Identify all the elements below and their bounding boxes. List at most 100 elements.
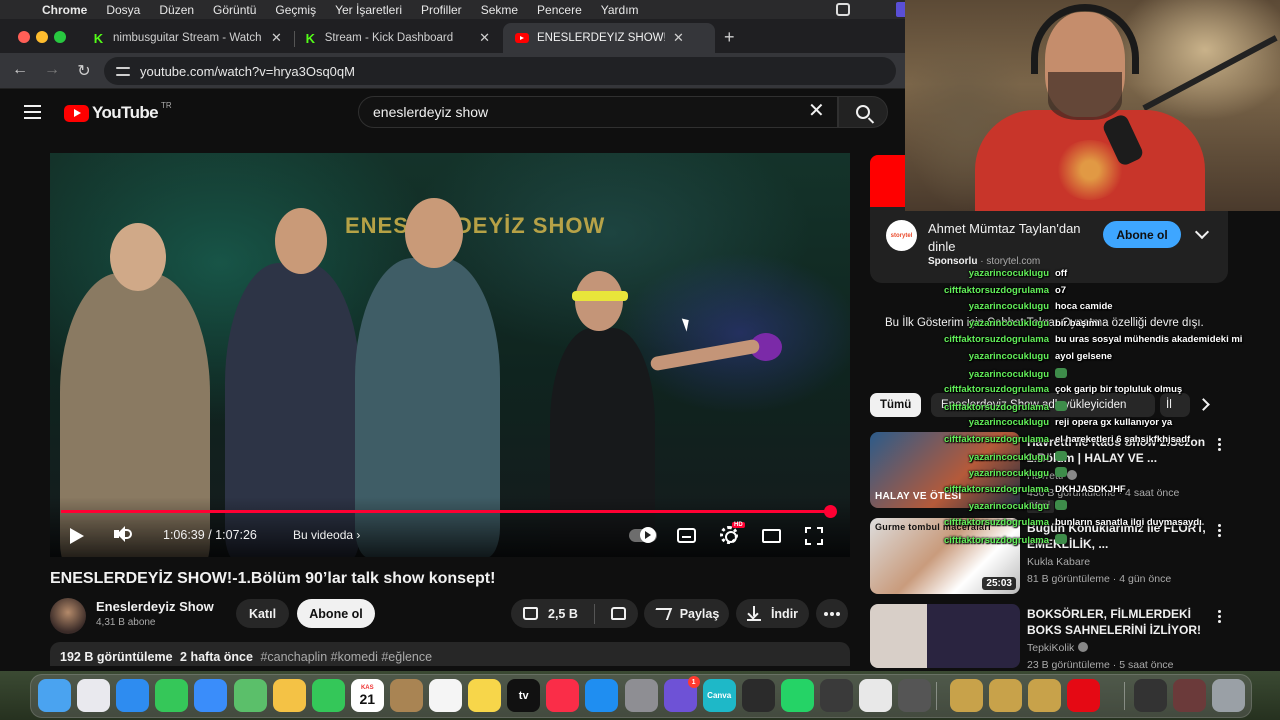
close-tab-icon[interactable]: ✕: [673, 30, 684, 46]
music-icon[interactable]: [546, 679, 580, 712]
mail-icon[interactable]: [194, 679, 228, 712]
tab-youtube-active[interactable]: ENESLERDEYİZ SHOW!-1 ✕: [503, 23, 715, 53]
ad-subscribe-button[interactable]: Abone ol: [1103, 221, 1181, 248]
fullscreen-icon[interactable]: [805, 527, 823, 545]
hamburger-menu-icon[interactable]: [24, 105, 41, 123]
description-box[interactable]: 192 B görüntüleme 2 hafta önce #canchapl…: [50, 642, 850, 666]
apple-icon[interactable]: [18, 3, 32, 17]
site-info-icon[interactable]: [116, 64, 130, 78]
chip-all[interactable]: Tümü: [870, 393, 922, 417]
trash-icon[interactable]: [1212, 679, 1245, 712]
photos-icon[interactable]: [272, 679, 306, 712]
obs-icon[interactable]: [741, 679, 775, 712]
channel-avatar[interactable]: [50, 598, 86, 634]
menu-duzen[interactable]: Düzen: [159, 3, 194, 17]
youtube-logo[interactable]: YouTube TR: [64, 101, 172, 123]
launchpad-icon[interactable]: [77, 679, 111, 712]
messages-icon[interactable]: [155, 679, 189, 712]
thumbs-down-icon[interactable]: [610, 607, 626, 620]
facetime-icon[interactable]: [311, 679, 345, 712]
notes-icon[interactable]: [468, 679, 502, 712]
close-window-button[interactable]: [18, 31, 30, 43]
menu-yer-isaretleri[interactable]: Yer İşaretleri: [335, 3, 402, 17]
tab-kick-watch[interactable]: K nimbusguitar Stream - Watch ✕: [80, 23, 295, 53]
chat-text: bir başımı: [1055, 317, 1100, 329]
calculator-icon[interactable]: [898, 679, 932, 712]
share-button[interactable]: Paylaş: [644, 599, 729, 628]
channel-name[interactable]: Eneslerdeyiz Show: [96, 599, 214, 614]
system-settings-icon[interactable]: [624, 679, 658, 712]
chat-username: ciftfaktorsuzdogrulama: [943, 534, 1049, 546]
menu-pencere[interactable]: Pencere: [537, 3, 582, 17]
settings-gear-icon[interactable]: [720, 526, 738, 544]
video-thumbnail[interactable]: Gurme tombul maceraları 25:03: [870, 518, 1020, 594]
appstore-icon[interactable]: [585, 679, 619, 712]
league-icon-2[interactable]: [989, 679, 1022, 712]
calendar-icon[interactable]: KAS 21: [350, 679, 384, 712]
video-player[interactable]: ENESLERDEYİZ SHOW 1:06:39 / 1:07:26 Bu v…: [50, 153, 850, 557]
search-input[interactable]: [373, 104, 793, 120]
download-button[interactable]: İndir: [736, 599, 809, 628]
chat-message: ciftfaktorsuzdogrulama bunların sanatla i…: [940, 517, 1280, 528]
volume-icon[interactable]: [114, 526, 132, 542]
chapter-button[interactable]: Bu videoda ›: [293, 528, 360, 542]
ad-title[interactable]: Ahmet Mümtaz Taylan'dan dinle: [928, 220, 1088, 256]
chrome-icon[interactable]: [859, 679, 893, 712]
imovie-icon[interactable]: 1: [663, 676, 700, 712]
menu-sekme[interactable]: Sekme: [481, 3, 518, 17]
whatsapp-icon[interactable]: [780, 679, 814, 712]
notes-brown-icon[interactable]: [389, 679, 423, 712]
zoom-window-button[interactable]: [54, 31, 66, 43]
play-icon[interactable]: [70, 528, 84, 544]
menu-goruntu[interactable]: Görüntü: [213, 3, 256, 17]
address-bar[interactable]: youtube.com/watch?v=hrya3Osq0qM: [104, 57, 896, 85]
status-menu-icon[interactable]: [836, 3, 850, 16]
new-tab-button[interactable]: +: [724, 27, 735, 48]
video-thumbnail[interactable]: [870, 604, 1020, 668]
back-arrow-icon[interactable]: ←: [10, 61, 30, 79]
join-button[interactable]: Katıl: [236, 599, 289, 628]
maps-icon[interactable]: [233, 679, 267, 712]
chat-text: bunların sanatla ilgi duymasaydı: [1055, 517, 1202, 528]
theater-mode-icon[interactable]: [762, 529, 781, 543]
menu-yardim[interactable]: Yardım: [601, 3, 639, 17]
stage-sign: ENESLERDEYİZ SHOW: [345, 213, 606, 238]
current-time: 1:06:39: [163, 528, 205, 542]
menu-app-chrome[interactable]: Chrome: [42, 3, 87, 17]
video-progress-bar[interactable]: [61, 505, 837, 518]
close-tab-icon[interactable]: ✕: [479, 30, 490, 46]
ad-banner[interactable]: [870, 155, 906, 207]
more-actions-icon[interactable]: [816, 599, 848, 628]
netflix-app-icon[interactable]: [1067, 679, 1100, 712]
downloads-folder-icon[interactable]: [1173, 679, 1206, 712]
autoplay-toggle[interactable]: [629, 527, 657, 543]
screenshots-folder-icon[interactable]: [1134, 679, 1167, 712]
clear-search-icon[interactable]: ✕: [808, 101, 825, 121]
thumbs-up-icon[interactable]: [523, 607, 538, 620]
close-tab-icon[interactable]: ✕: [271, 30, 282, 46]
browser-tab-strip: K nimbusguitar Stream - Watch ✕ K Stream…: [0, 19, 905, 53]
tab-kick-dashboard[interactable]: K Stream - Kick Dashboard ✕: [292, 23, 502, 53]
activity-icon[interactable]: [820, 679, 853, 712]
minimize-window-button[interactable]: [36, 31, 48, 43]
reload-icon[interactable]: ↻: [74, 61, 94, 81]
subtitles-icon[interactable]: [677, 528, 696, 543]
search-button[interactable]: [838, 96, 888, 128]
menu-gecmis[interactable]: Geçmiş: [275, 3, 316, 17]
chat-message: ciftfaktorsuzdogrulama çok garip bir topl…: [940, 384, 1280, 395]
scrubber-handle[interactable]: [823, 505, 837, 518]
subscribe-button[interactable]: Abone ol: [297, 599, 375, 628]
appletv-icon[interactable]: tv: [507, 679, 541, 712]
finder-icon[interactable]: [38, 679, 71, 712]
menu-profiller[interactable]: Profiller: [421, 3, 462, 17]
hashtags[interactable]: #canchaplin #komedi #eğlence: [260, 650, 432, 664]
canva-icon[interactable]: Canva: [702, 679, 736, 712]
chat-message: ciftfaktorsuzdogrulama: [940, 533, 1280, 546]
like-count[interactable]: 2,5 B: [548, 607, 578, 621]
league-icon-3[interactable]: [1028, 679, 1061, 712]
reminders-icon[interactable]: [429, 679, 462, 712]
forward-arrow-icon[interactable]: →: [42, 61, 62, 79]
menu-dosya[interactable]: Dosya: [106, 3, 140, 17]
league-icon[interactable]: [950, 679, 983, 712]
safari-icon[interactable]: [116, 679, 150, 712]
